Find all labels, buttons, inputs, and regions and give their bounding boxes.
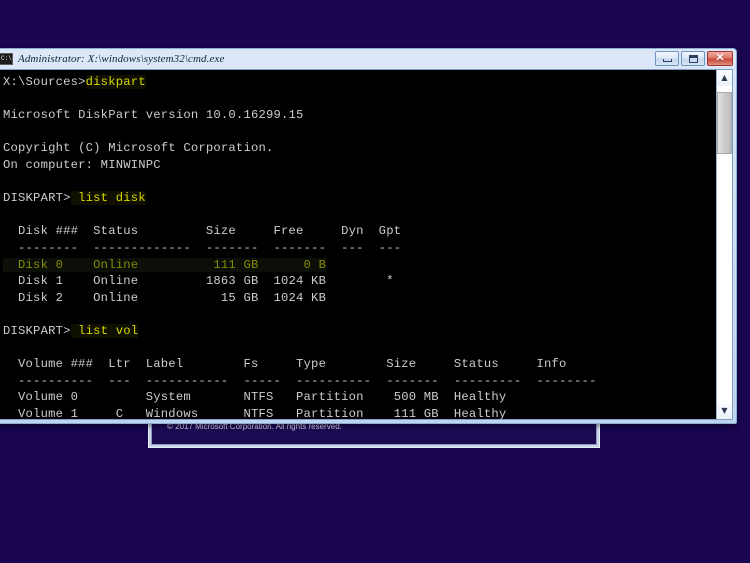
console-line-text: Disk ### Status Size Free Dyn Gpt <box>3 224 401 238</box>
desktop-background: © 2017 Microsoft Corporation. All rights… <box>0 0 750 563</box>
console-line-text: Volume ### Ltr Label Fs Type Size Status… <box>3 357 567 371</box>
console-text-line: Disk 1 Online 1863 GB 1024 KB * <box>3 273 716 290</box>
console-text-line: Disk ### Status Size Free Dyn Gpt <box>3 223 716 240</box>
console-text-line: Copyright (C) Microsoft Corporation. <box>3 140 716 157</box>
console-command: list vol <box>71 324 139 338</box>
minimize-button[interactable] <box>655 51 679 66</box>
maximize-icon <box>689 55 698 63</box>
minimize-icon <box>663 59 672 62</box>
console-line-text: -------- ------------- ------- ------- -… <box>3 241 401 255</box>
console-output: X:\Sources>diskpart Microsoft DiskPart ve… <box>0 70 716 419</box>
console-line-text: Volume 0 System NTFS Partition 500 MB He… <box>3 390 506 404</box>
cmd-console-window[interactable]: Administrator: X:\windows\system32\cmd.e… <box>0 48 737 424</box>
scrollbar-thumb[interactable] <box>717 92 732 154</box>
window-title-bar[interactable]: Administrator: X:\windows\system32\cmd.e… <box>0 49 736 68</box>
scroll-down-button[interactable]: ▼ <box>717 403 732 419</box>
console-text-line: ---------- --- ----------- ----- -------… <box>3 373 716 390</box>
console-line-text: Volume 1 C Windows NTFS Partition 111 GB… <box>3 407 506 419</box>
console-command-line: X:\Sources>diskpart <box>3 74 716 91</box>
console-text-line: -------- ------------- ------- ------- -… <box>3 240 716 257</box>
console-line-text: ---------- --- ----------- ----- -------… <box>3 374 597 388</box>
console-line-text: Disk 2 Online 15 GB 1024 KB <box>3 291 326 305</box>
window-title: Administrator: X:\windows\system32\cmd.e… <box>18 53 224 65</box>
console-command-line: DISKPART> list disk <box>3 190 716 207</box>
console-line-text: Disk 1 Online 1863 GB 1024 KB * <box>3 274 394 288</box>
console-blank-line <box>3 207 716 224</box>
console-blank-line <box>3 174 716 191</box>
console-command-line: DISKPART> list vol <box>3 323 716 340</box>
console-blank-line <box>3 91 716 108</box>
console-text-line: Disk 2 Online 15 GB 1024 KB <box>3 290 716 307</box>
console-blank-line <box>3 306 716 323</box>
chevron-down-icon: ▼ <box>721 407 727 415</box>
console-command: list disk <box>71 191 146 205</box>
console-line-text: On computer: MINWINPC <box>3 158 161 172</box>
console-command: diskpart <box>86 75 146 89</box>
console-text-line: On computer: MINWINPC <box>3 157 716 174</box>
maximize-button[interactable] <box>681 51 705 66</box>
console-blank-line <box>3 340 716 357</box>
scrollbar-track[interactable] <box>717 86 732 403</box>
console-line-text: Microsoft DiskPart version 10.0.16299.15 <box>3 108 304 122</box>
console-prompt: X:\Sources> <box>3 75 86 89</box>
chevron-up-icon: ▲ <box>721 74 727 82</box>
console-icon <box>0 53 13 65</box>
console-highlighted-row: Disk 0 Online 111 GB 0 B <box>3 257 716 274</box>
console-client-area[interactable]: X:\Sources>diskpart Microsoft DiskPart ve… <box>0 69 733 420</box>
console-text-line: Volume 1 C Windows NTFS Partition 111 GB… <box>3 406 716 419</box>
console-line-text: Copyright (C) Microsoft Corporation. <box>3 141 274 155</box>
close-icon: ✕ <box>715 53 724 64</box>
console-text-line: Volume ### Ltr Label Fs Type Size Status… <box>3 356 716 373</box>
console-blank-line <box>3 124 716 141</box>
close-button[interactable]: ✕ <box>707 51 733 66</box>
console-text-line: Volume 0 System NTFS Partition 500 MB He… <box>3 389 716 406</box>
window-controls: ✕ <box>655 51 733 66</box>
console-prompt: DISKPART> <box>3 324 71 338</box>
scroll-up-button[interactable]: ▲ <box>717 70 732 86</box>
console-highlight-text: Disk 0 Online 111 GB 0 B <box>3 258 326 272</box>
console-text-line: Microsoft DiskPart version 10.0.16299.15 <box>3 107 716 124</box>
console-prompt: DISKPART> <box>3 191 71 205</box>
console-scrollbar[interactable]: ▲ ▼ <box>716 70 732 419</box>
